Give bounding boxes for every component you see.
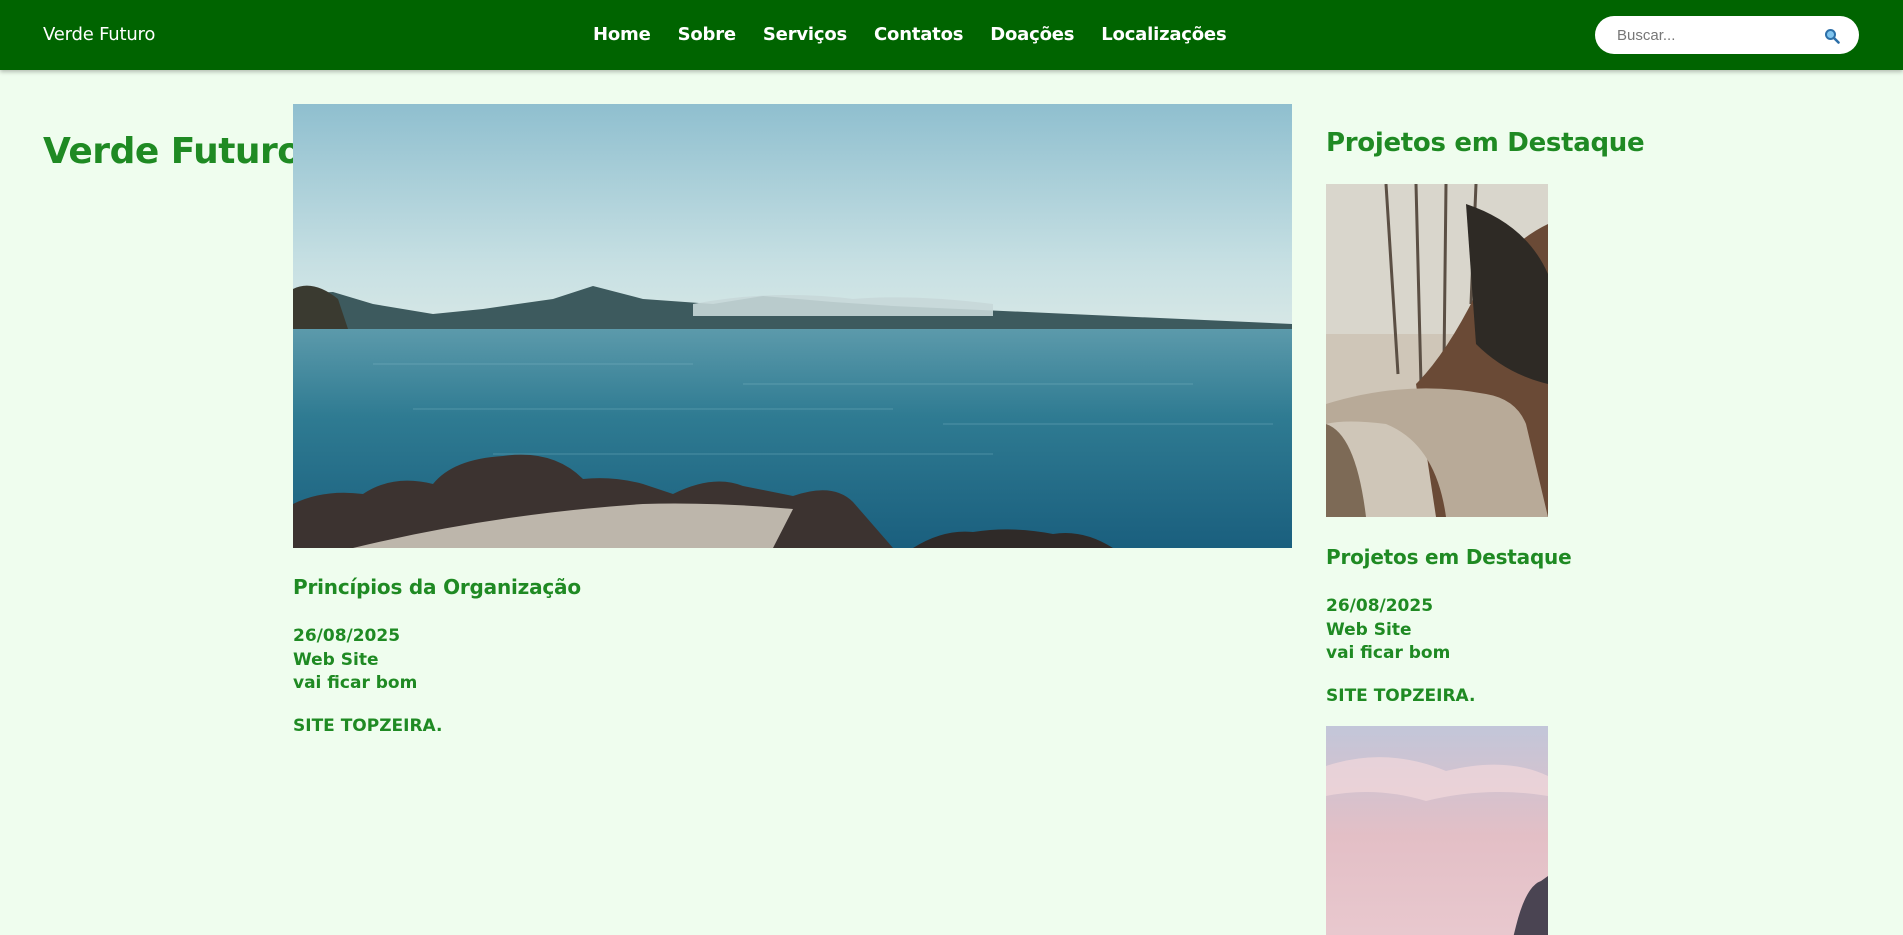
top-navbar: Verde Futuro Home Sobre Serviços Contato… xyxy=(0,0,1903,70)
article-meta: 26/08/2025 Web Site vai ficar bom xyxy=(293,625,893,696)
search-button[interactable] xyxy=(1821,25,1843,47)
project-date: 26/08/2025 xyxy=(1326,596,1434,616)
nav-contatos[interactable]: Contatos xyxy=(874,24,963,45)
nav-doacoes[interactable]: Doações xyxy=(990,24,1074,45)
project-category: Web Site xyxy=(1326,619,1412,640)
sidebar-heading: Projetos em Destaque xyxy=(1326,128,1645,158)
nav-sobre[interactable]: Sobre xyxy=(678,24,737,45)
main-nav: Home Sobre Serviços Contatos Doações Loc… xyxy=(593,24,1253,45)
project-meta: 26/08/2025 Web Site vai ficar bom xyxy=(1326,595,1726,666)
nav-home[interactable]: Home xyxy=(593,24,651,45)
article-title[interactable]: Princípios da Organização xyxy=(293,575,893,599)
search-box xyxy=(1595,16,1859,54)
hero-image-lake xyxy=(293,104,1292,548)
project-title[interactable]: Projetos em Destaque xyxy=(1326,545,1726,569)
article-card: Princípios da Organização 26/08/2025 Web… xyxy=(293,575,893,736)
article-date: 26/08/2025 xyxy=(293,626,401,646)
search-icon xyxy=(1825,29,1840,44)
article-category: Web Site xyxy=(293,649,379,670)
nav-servicos[interactable]: Serviços xyxy=(763,24,847,45)
page-title: Verde Futuro xyxy=(43,131,302,172)
article-body: SITE TOPZEIRA. xyxy=(293,715,443,736)
brand-logo-text[interactable]: Verde Futuro xyxy=(43,24,155,45)
project-image-forest-road[interactable] xyxy=(1326,184,1548,517)
sidebar-featured-projects: Projetos em Destaque Projetos em Destaqu… xyxy=(1326,128,1726,935)
project-body: SITE TOPZEIRA. xyxy=(1326,685,1476,706)
project-image-pink-sky[interactable] xyxy=(1326,726,1548,935)
nav-localizacoes[interactable]: Localizações xyxy=(1101,24,1226,45)
project-subtitle: vai ficar bom xyxy=(1326,643,1451,663)
search-input[interactable] xyxy=(1617,24,1807,46)
article-subtitle: vai ficar bom xyxy=(293,673,418,693)
